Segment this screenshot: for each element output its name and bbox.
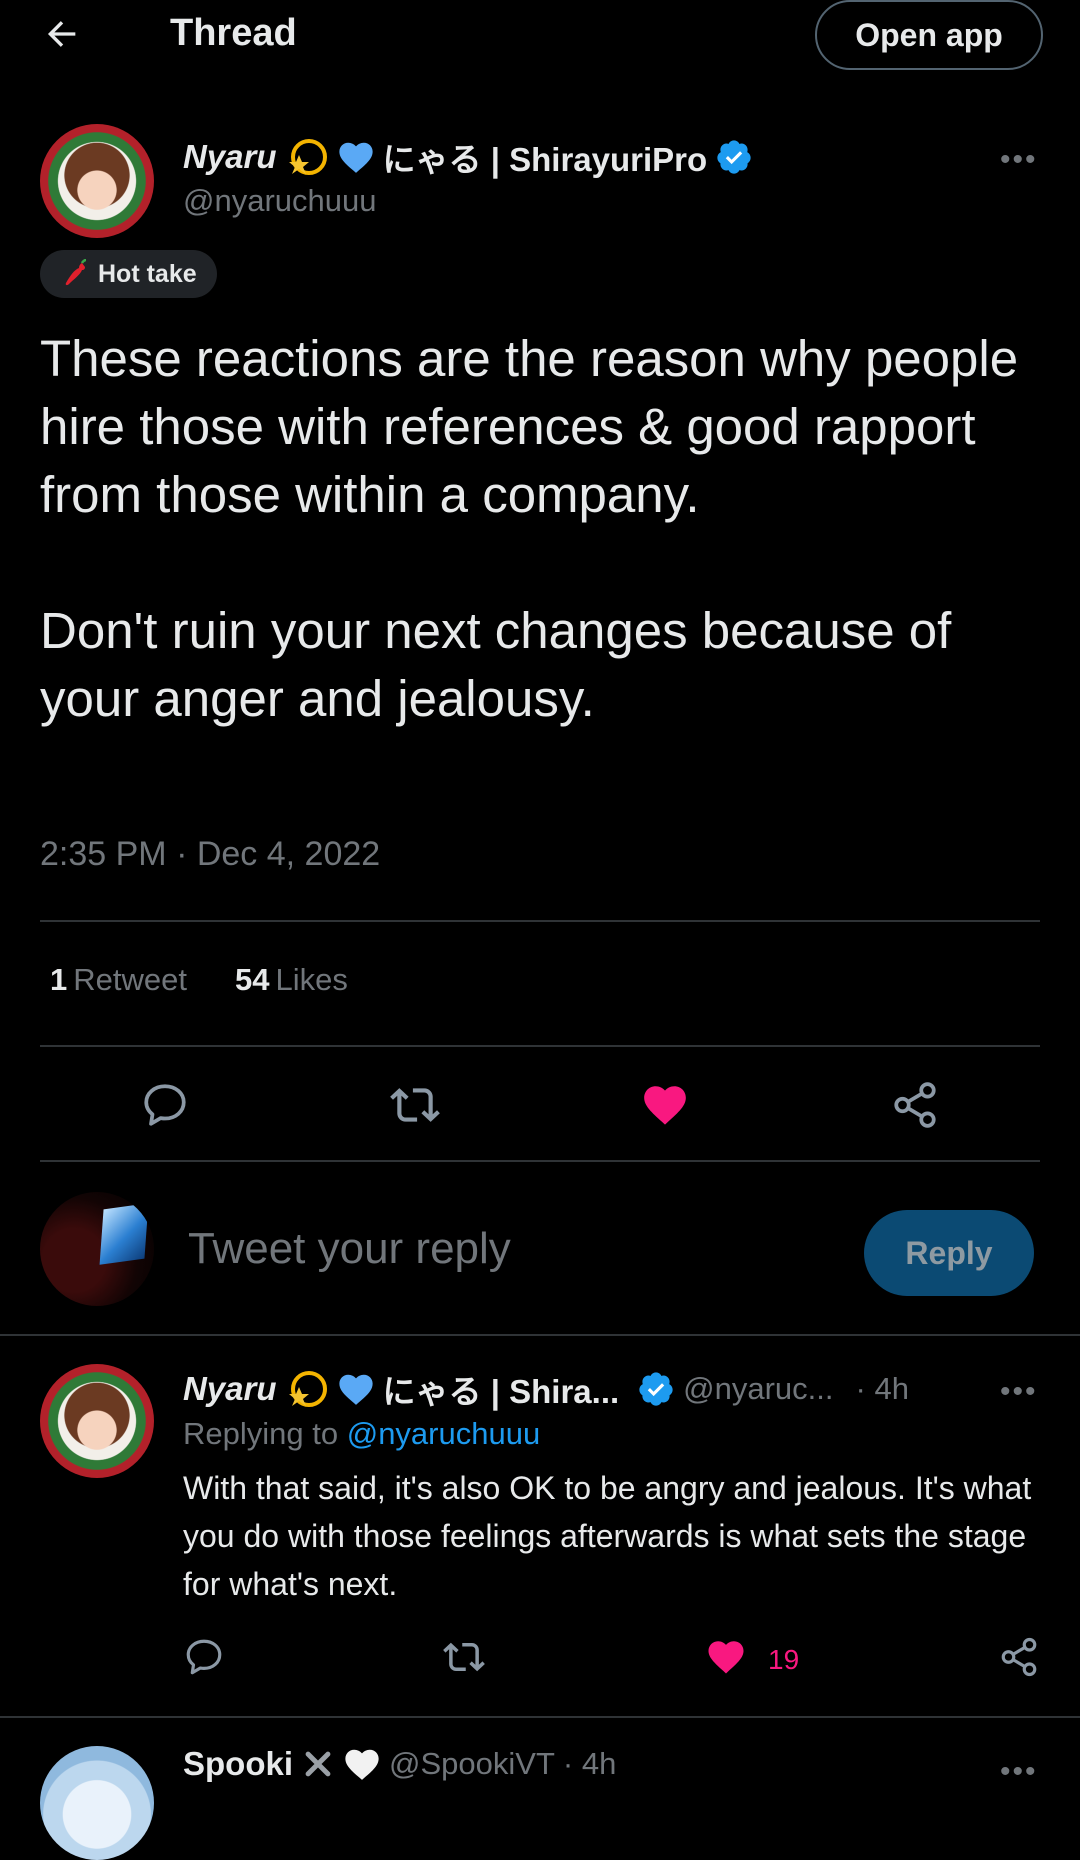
divider (40, 1045, 1040, 1047)
reply-display-name-suffix: にゃる | Shira... (382, 1373, 620, 1410)
arrow-left-icon (47, 21, 76, 47)
reply-like-count: 19 (768, 1644, 800, 1675)
more-horizontal-icon: ••• (1000, 143, 1038, 176)
next-handle: @SpookiVT (389, 1746, 555, 1781)
verified-badge-icon (639, 1372, 673, 1406)
share-icon[interactable] (998, 1636, 1040, 1678)
verified-badge-icon (717, 140, 751, 174)
reply-button[interactable]: Reply (864, 1210, 1034, 1296)
heart-icon[interactable] (640, 1080, 690, 1130)
divider (40, 920, 1040, 922)
retweet-icon[interactable] (443, 1636, 485, 1678)
next-time: · 4h (562, 1746, 617, 1781)
reply-time: · 4h (855, 1371, 909, 1406)
reply-icon[interactable] (183, 1636, 225, 1678)
more-horizontal-icon: ••• (1000, 1755, 1038, 1788)
avatar-art (99, 1203, 149, 1265)
back-button[interactable] (40, 12, 84, 56)
display-name-suffix: にゃる | ShirayuriPro (382, 141, 708, 178)
likes-stat[interactable]: 54 Likes (235, 962, 348, 998)
reply-avatar[interactable] (40, 1364, 154, 1478)
replying-to-link[interactable]: @nyaruchuuu (347, 1416, 540, 1451)
next-display-name: Spooki (183, 1745, 294, 1782)
engagement-stats: 1 Retweet 54 Likes (50, 962, 348, 998)
reply-input[interactable]: Tweet your reply (188, 1224, 511, 1274)
sparkle-star-icon (288, 1371, 327, 1407)
avatar[interactable] (40, 124, 154, 238)
divider (40, 1160, 1040, 1162)
badge-label: Hot take (98, 259, 197, 288)
tweet-text: These reactions are the reason why peopl… (40, 330, 1019, 727)
page-title: Thread (170, 12, 297, 54)
white-heart-icon (345, 1749, 379, 1780)
sparkle-star-icon (288, 139, 327, 175)
retweet-stat[interactable]: 1 Retweet (50, 962, 187, 998)
reply-tweet-text: With that said, it's also OK to be angry… (183, 1470, 1032, 1602)
replying-to: Replying to @nyaruchuuu (183, 1416, 541, 1451)
reply-action-bar: 19 (183, 1636, 1043, 1686)
open-app-button[interactable]: Open app (815, 0, 1043, 70)
next-author-row[interactable]: Spooki @SpookiVT · 4h (183, 1745, 616, 1783)
hot-take-badge[interactable]: Hot take (40, 250, 217, 298)
divider (0, 1716, 1080, 1718)
share-icon[interactable] (890, 1080, 940, 1130)
display-name: Nyaru (183, 138, 277, 175)
author-handle[interactable]: @nyaruchuuu (183, 183, 376, 219)
next-avatar[interactable] (40, 1746, 154, 1860)
blue-heart-icon (338, 1374, 373, 1405)
tweet-timestamp[interactable]: 2:35 PM · Dec 4, 2022 (40, 835, 380, 874)
reply-display-name: Nyaru (183, 1370, 277, 1407)
more-options-button[interactable]: ••• (1000, 145, 1038, 175)
blue-heart-icon (338, 142, 373, 173)
current-user-avatar[interactable] (40, 1192, 154, 1306)
divider (0, 1334, 1080, 1336)
reply-icon[interactable] (140, 1080, 190, 1130)
heart-icon[interactable] (705, 1636, 747, 1678)
retweet-icon[interactable] (390, 1080, 440, 1130)
cross-icon (305, 1751, 331, 1777)
tweet-action-bar (40, 1070, 1040, 1140)
more-horizontal-icon: ••• (1000, 1375, 1038, 1408)
next-more-button[interactable]: ••• (1000, 1757, 1038, 1787)
reply-author-row[interactable]: Nyaru にゃる | Shira... @nyaruc... · 4h (183, 1365, 909, 1413)
reply-handle: @nyaruc... (683, 1371, 834, 1406)
chili-pepper-icon (65, 259, 87, 286)
reply-more-button[interactable]: ••• (1000, 1377, 1038, 1407)
author-name-row[interactable]: Nyaru にゃる | ShirayuriPro (183, 133, 753, 181)
